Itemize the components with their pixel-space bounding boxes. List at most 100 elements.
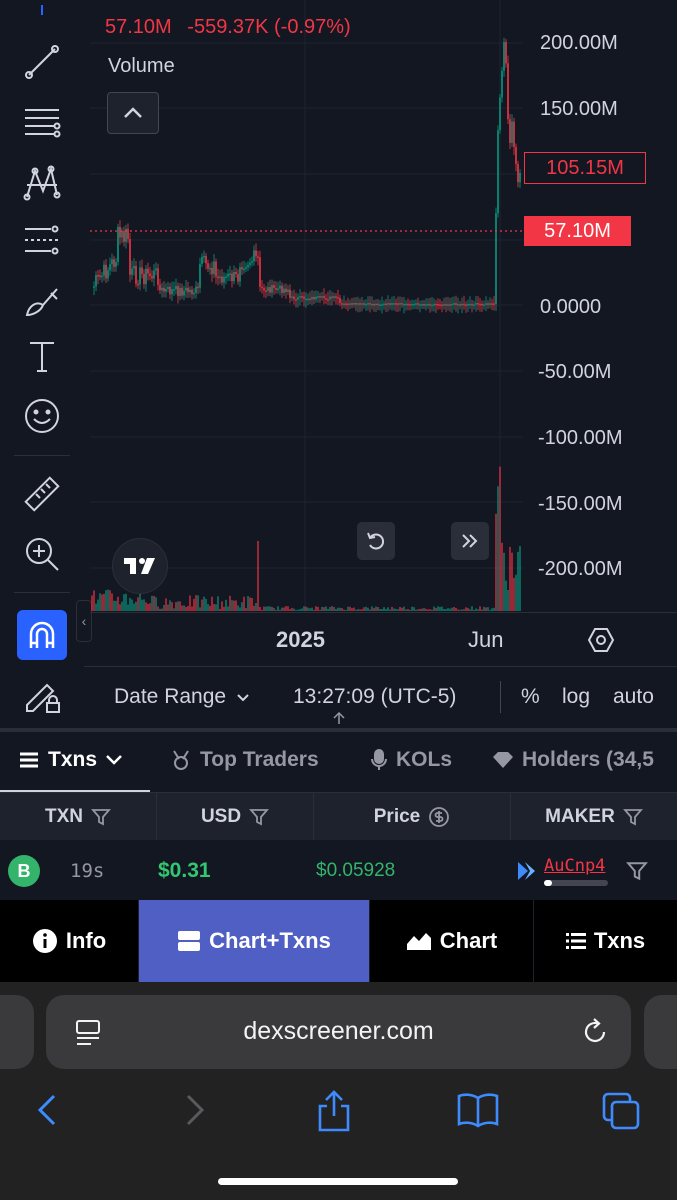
volume-bar: [181, 605, 183, 611]
prediction-icon[interactable]: [16, 214, 68, 266]
volume-bar: [489, 609, 491, 611]
maker-address[interactable]: AuCnp4: [544, 856, 605, 876]
col-usd[interactable]: USD: [157, 793, 314, 841]
tab-kols[interactable]: KOLs: [370, 748, 452, 772]
candle: [453, 303, 455, 305]
col-maker[interactable]: MAKER: [511, 793, 677, 841]
volume-bar: [231, 600, 233, 611]
share-icon[interactable]: [314, 1090, 354, 1132]
timezone-clock[interactable]: 13:27:09 (UTC-5): [293, 685, 456, 709]
log-scale-toggle[interactable]: log: [562, 685, 590, 709]
tradingview-logo[interactable]: [112, 538, 168, 594]
candle: [475, 303, 477, 305]
magnet-icon[interactable]: [17, 610, 67, 660]
candle: [197, 286, 199, 289]
candle: [291, 296, 293, 299]
candle: [519, 172, 521, 183]
candle: [251, 261, 253, 263]
volume-bar: [123, 594, 125, 611]
candle: [175, 285, 177, 290]
candle: [443, 304, 445, 306]
tabs-icon[interactable]: [600, 1090, 640, 1130]
volume-bar: [131, 599, 133, 611]
volume-bar: [389, 609, 391, 611]
auto-scale-toggle[interactable]: auto: [613, 685, 654, 709]
tab-txns[interactable]: Txns: [18, 748, 123, 772]
volume-bar: [267, 606, 269, 611]
nav-chart-txns[interactable]: Chart+Txns: [139, 900, 370, 982]
candle: [371, 303, 373, 306]
reset-chart-button[interactable]: [357, 522, 395, 560]
volume-bar: [207, 604, 209, 611]
volume-bar: [477, 609, 479, 611]
chevron-up-icon: [124, 107, 142, 118]
candle: [467, 304, 469, 306]
nav-info[interactable]: Info: [0, 900, 139, 982]
volume-bar: [119, 604, 121, 611]
tab-top-traders[interactable]: Top Traders: [170, 748, 319, 772]
volume-bar: [137, 597, 139, 611]
volume-bar: [497, 486, 499, 611]
candle: [141, 267, 143, 274]
volume-bar: [503, 552, 505, 611]
volume-bar: [289, 609, 291, 611]
volume-bar: [285, 606, 287, 611]
reload-icon[interactable]: [580, 1017, 610, 1052]
ruler-icon[interactable]: [16, 468, 68, 520]
txn-price: $0.05928: [316, 860, 396, 881]
crosshair-icon[interactable]: [16, 0, 68, 32]
nav-chart[interactable]: Chart: [370, 900, 534, 982]
address-bar[interactable]: dexscreener.com: [46, 995, 631, 1069]
candle: [431, 304, 433, 307]
previous-tab-preview[interactable]: [0, 995, 34, 1069]
collapse-legend-button[interactable]: [107, 92, 159, 134]
tab-holders[interactable]: Holders (34,5: [492, 748, 654, 772]
date-range-button[interactable]: Date Range: [114, 685, 250, 709]
current-price-tag: 57.10M: [524, 216, 631, 246]
volume-bar: [479, 606, 481, 611]
candle: [187, 287, 189, 293]
emoji-icon[interactable]: [16, 390, 68, 442]
time-axis[interactable]: 2025 Jun: [90, 612, 677, 667]
text-icon[interactable]: [16, 330, 68, 382]
table-row[interactable]: B 19s $0.31 $0.05928 AuCnp4: [0, 840, 677, 900]
percent-scale-toggle[interactable]: %: [521, 685, 540, 709]
lock-drawings-icon[interactable]: [16, 668, 68, 720]
candle: [219, 276, 221, 279]
volume-bar: [211, 596, 213, 611]
candle: [341, 303, 343, 305]
candle: [363, 303, 365, 305]
brush-icon[interactable]: [16, 274, 68, 326]
nav-txns[interactable]: Txns: [534, 900, 677, 982]
candle: [391, 303, 393, 305]
fib-retracement-icon[interactable]: [16, 96, 68, 148]
chart-settings-button[interactable]: [587, 627, 615, 658]
bookmarks-icon[interactable]: [456, 1090, 499, 1130]
candle: [505, 42, 507, 64]
next-tab-preview[interactable]: [644, 995, 677, 1069]
candle: [289, 289, 291, 298]
volume-bar: [187, 606, 189, 611]
nav-chart-txns-label: Chart+Txns: [209, 928, 331, 953]
candle: [419, 304, 421, 306]
candle: [143, 273, 145, 285]
candle: [437, 303, 439, 306]
area-chart-icon: [406, 933, 431, 950]
pattern-icon[interactable]: [16, 156, 68, 208]
back-icon[interactable]: [28, 1090, 68, 1130]
candle: [423, 303, 425, 306]
volume-bar: [315, 606, 317, 611]
col-txn[interactable]: TXN: [0, 793, 157, 841]
candle: [315, 296, 317, 300]
filter-maker-button[interactable]: [626, 860, 648, 887]
volume-bar: [457, 609, 459, 611]
scroll-to-realtime-button[interactable]: [451, 522, 489, 560]
candle: [185, 287, 187, 291]
trend-line-icon[interactable]: [16, 36, 68, 88]
candle: [307, 298, 309, 301]
forward-icon[interactable]: [174, 1090, 214, 1130]
volume-bar: [325, 606, 327, 611]
col-price[interactable]: Price: [314, 793, 511, 841]
candle: [265, 290, 267, 292]
zoom-in-icon[interactable]: [16, 528, 68, 580]
